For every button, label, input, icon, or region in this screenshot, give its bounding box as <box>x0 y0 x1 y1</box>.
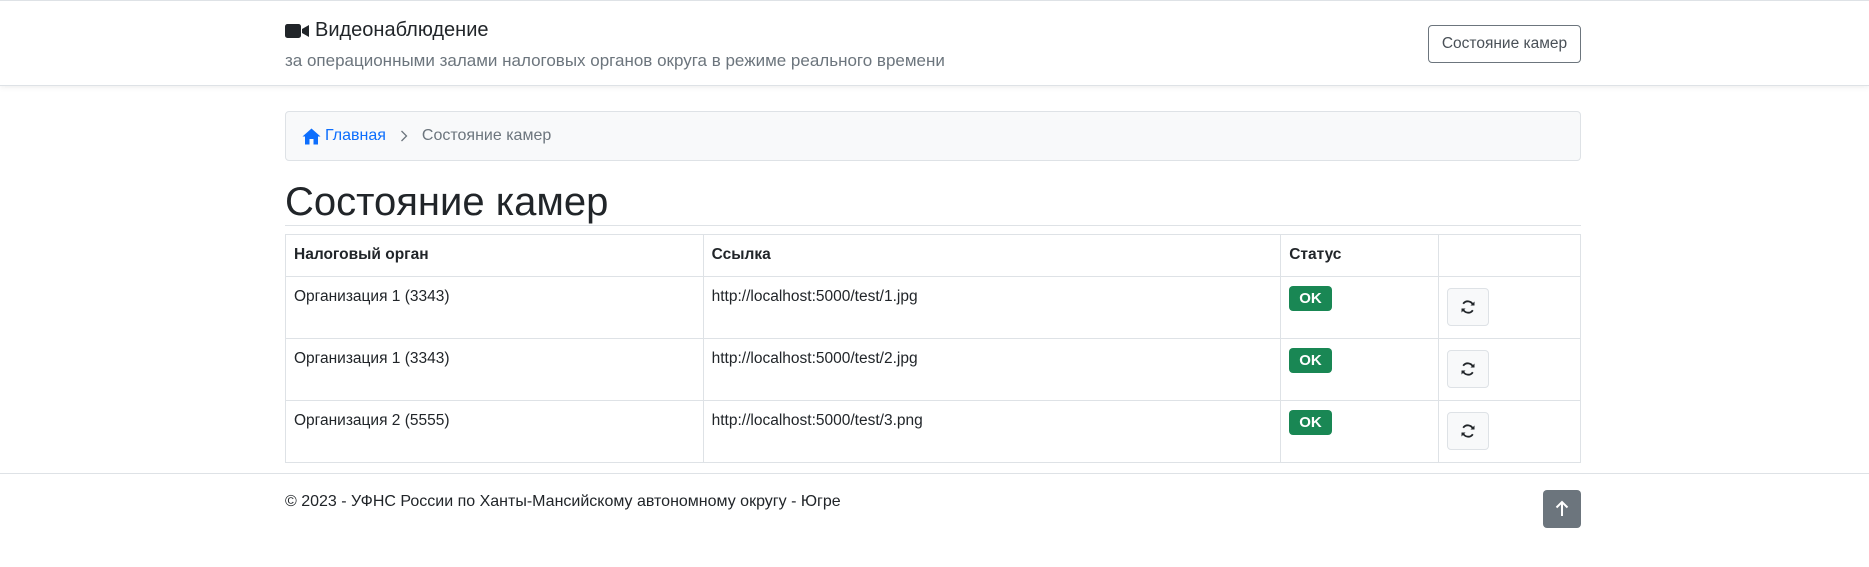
column-header-actions <box>1438 234 1581 277</box>
breadcrumb-home-label: Главная <box>325 127 386 144</box>
breadcrumb: Главная Состояние камер <box>285 111 1581 161</box>
table-row: Организация 1 (3343) http://localhost:50… <box>285 338 1581 401</box>
column-header-link: Ссылка <box>702 234 1282 277</box>
cell-link: http://localhost:5000/test/1.jpg <box>702 276 1282 339</box>
breadcrumb-home-link[interactable]: Главная <box>302 127 386 145</box>
breadcrumb-current: Состояние камер <box>421 127 552 144</box>
brand-subtitle: за операционными залами налоговых органо… <box>285 51 945 70</box>
scroll-to-top-button[interactable] <box>1543 490 1581 528</box>
arrow-up-icon <box>1555 500 1569 516</box>
brand[interactable]: Видеонаблюдение <box>285 19 489 42</box>
refresh-icon <box>1461 300 1475 314</box>
status-badge: OK <box>1289 286 1332 311</box>
footer-divider <box>0 473 1869 474</box>
video-camera-icon <box>285 23 310 39</box>
table-row: Организация 2 (5555) http://localhost:50… <box>285 400 1581 463</box>
cell-link: http://localhost:5000/test/2.jpg <box>702 338 1282 401</box>
column-header-organ: Налоговый орган <box>285 234 704 277</box>
refresh-icon <box>1461 424 1475 438</box>
cell-organ: Организация 2 (5555) <box>285 400 704 463</box>
cell-organ: Организация 1 (3343) <box>285 276 704 339</box>
cell-organ: Организация 1 (3343) <box>285 338 704 401</box>
camera-status-table: Налоговый орган Ссылка Статус Организаци… <box>285 234 1581 463</box>
chevron-right-icon <box>400 130 408 142</box>
refresh-button[interactable] <box>1447 412 1490 450</box>
table-header-row: Налоговый орган Ссылка Статус <box>285 234 1581 277</box>
title-divider <box>285 225 1581 226</box>
refresh-button[interactable] <box>1447 288 1490 326</box>
cell-link: http://localhost:5000/test/3.png <box>702 400 1282 463</box>
refresh-button[interactable] <box>1447 350 1490 388</box>
column-header-status: Статус <box>1280 234 1440 277</box>
table-row: Организация 1 (3343) http://localhost:50… <box>285 276 1581 339</box>
status-badge: OK <box>1289 410 1332 435</box>
brand-title: Видеонаблюдение <box>315 19 489 41</box>
refresh-icon <box>1461 362 1475 376</box>
status-badge: OK <box>1289 348 1332 373</box>
top-navbar: Видеонаблюдение за операционными залами … <box>0 0 1869 86</box>
page-title: Состояние камер <box>285 180 609 224</box>
footer-copyright: © 2023 - УФНС России по Ханты-Мансийском… <box>285 493 841 510</box>
home-icon <box>302 128 321 144</box>
camera-status-button[interactable]: Состояние камер <box>1428 25 1581 63</box>
